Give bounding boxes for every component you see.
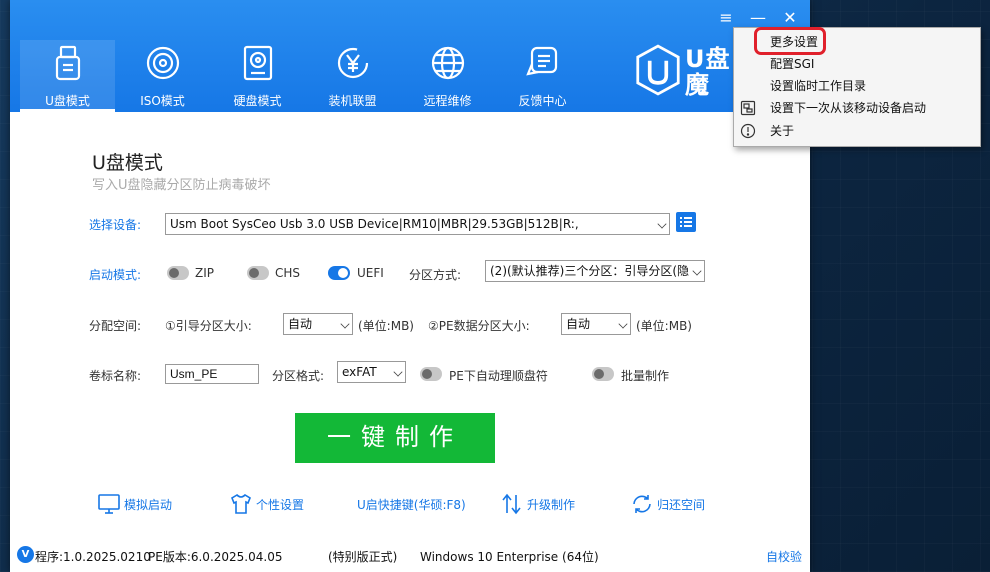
tool-label: U启快捷键(华硕:F8) — [357, 497, 466, 512]
pe-size-unit: (单位:MB) — [636, 319, 692, 333]
boot-hotkey-link[interactable]: U启快捷键(华硕:F8) — [357, 492, 466, 516]
device-list-button[interactable] — [676, 212, 696, 232]
alloc-label: 分配空间: — [89, 319, 142, 333]
edition-text: (特别版正式) — [328, 550, 398, 564]
menu-button[interactable]: ≡ — [714, 8, 738, 28]
nav-label: 硬盘模式 — [233, 94, 282, 108]
nav-label: ISO模式 — [140, 94, 185, 108]
status-bar: V 程序:1.0.2025.0210 PE版本:6.0.2025.04.05 (… — [10, 540, 810, 572]
menu-item-temp-dir[interactable]: 设置临时工作目录 — [734, 75, 980, 97]
disc-icon — [146, 46, 179, 80]
nav-remote-repair[interactable]: 远程维修 — [400, 40, 495, 112]
page-subtitle: 写入U盘隐藏分区防止病毒破坏 — [92, 178, 271, 193]
tool-label: 升级制作 — [527, 497, 576, 512]
pe-version: PE版本:6.0.2025.04.05 — [148, 550, 283, 564]
highlight-annotation — [754, 27, 826, 55]
hard-disk-icon — [243, 45, 272, 81]
pe-size-select[interactable]: 自动 — [561, 313, 631, 335]
chs-toggle[interactable] — [247, 266, 269, 280]
boot-size-label: ①引导分区大小: — [165, 319, 252, 333]
nav-feedback[interactable]: 反馈中心 — [495, 40, 590, 112]
self-check-link[interactable]: 自校验 — [766, 548, 802, 565]
device-value: Usm Boot SysCeo Usb 3.0 USB Device|RM10|… — [170, 217, 579, 231]
tool-label: 模拟启动 — [124, 497, 173, 512]
boot-size-select[interactable]: 自动 — [283, 313, 353, 335]
make-button[interactable]: 一键制作 — [295, 413, 495, 463]
batch-label: 批量制作 — [621, 369, 670, 383]
tshirt-icon — [231, 493, 251, 514]
menu-item-label: 设置临时工作目录 — [770, 79, 867, 93]
simulate-boot-button[interactable]: 模拟启动 — [97, 492, 172, 516]
nav-usb-mode[interactable]: U盘模式 — [20, 40, 115, 112]
tool-label: 个性设置 — [256, 497, 305, 512]
nav-label: 装机联盟 — [328, 94, 377, 108]
tool-label: 归还空间 — [657, 497, 706, 512]
boot-mode-label: 启动模式: — [89, 268, 142, 282]
menu-item-label: 关于 — [770, 124, 795, 138]
upgrade-button[interactable]: 升级制作 — [500, 492, 575, 516]
restore-cycle-icon — [633, 495, 651, 513]
format-label: 分区格式: — [272, 369, 325, 383]
boot-device-icon — [740, 100, 756, 116]
monitor-icon — [98, 494, 120, 514]
globe-icon — [431, 46, 464, 80]
usb-drive-icon — [55, 45, 80, 81]
page-title: U盘模式 — [92, 152, 163, 174]
nav-iso-mode[interactable]: ISO模式 — [115, 40, 210, 112]
partition-scheme-value: (2)(默认推荐)三个分区：引导分区(隐 — [490, 264, 690, 278]
menu-item-label: 配置SGI — [770, 57, 815, 71]
uefi-toggle[interactable] — [328, 266, 350, 280]
menu-item-config-sgi[interactable]: 配置SGI — [734, 53, 980, 75]
upgrade-arrows-icon — [502, 493, 521, 515]
yuan-coin-icon — [337, 47, 368, 79]
auto-letter-label: PE下自动理顺盘符 — [449, 369, 548, 383]
header-bar: ≡ — ✕ U盘模式 ISO模式 硬盘模式 装机联盟 远程维修 反馈中心 U盘魔 — [10, 0, 810, 112]
device-label: 选择设备: — [89, 218, 142, 232]
chs-label: CHS — [275, 266, 301, 280]
partition-scheme-label: 分区方式: — [409, 268, 462, 282]
program-version: 程序:1.0.2025.0210 — [35, 550, 151, 564]
brand-logo-icon — [636, 44, 680, 96]
info-icon — [740, 123, 756, 139]
uefi-label: UEFI — [357, 266, 384, 280]
nav-hdd-mode[interactable]: 硬盘模式 — [210, 40, 305, 112]
zip-toggle[interactable] — [167, 266, 189, 280]
zip-label: ZIP — [195, 266, 214, 280]
restore-space-button[interactable]: 归还空间 — [630, 492, 705, 516]
nav-label: 反馈中心 — [518, 94, 567, 108]
pe-size-label: ②PE数据分区大小: — [428, 319, 530, 333]
menu-item-about[interactable]: 关于 — [734, 120, 980, 142]
list-icon — [680, 217, 692, 227]
menu-item-next-boot[interactable]: 设置下一次从该移动设备启动 — [734, 97, 980, 119]
batch-toggle[interactable] — [592, 367, 614, 381]
auto-letter-toggle[interactable] — [420, 367, 442, 381]
app-window: ≡ — ✕ U盘模式 ISO模式 硬盘模式 装机联盟 远程维修 反馈中心 U盘魔… — [10, 0, 810, 572]
nav-install-alliance[interactable]: 装机联盟 — [305, 40, 400, 112]
menu-item-label: 设置下一次从该移动设备启动 — [770, 101, 927, 115]
format-select[interactable]: exFAT — [337, 361, 406, 383]
device-select[interactable]: Usm Boot SysCeo Usb 3.0 USB Device|RM10|… — [165, 213, 670, 235]
volume-label: 卷标名称: — [89, 369, 142, 383]
main-nav: U盘模式 ISO模式 硬盘模式 装机联盟 远程维修 反馈中心 — [20, 40, 590, 112]
personalize-button[interactable]: 个性设置 — [229, 492, 304, 516]
feedback-chat-icon — [525, 46, 557, 76]
nav-label: U盘模式 — [45, 94, 90, 108]
close-button[interactable]: ✕ — [778, 8, 802, 28]
partition-scheme-select[interactable]: (2)(默认推荐)三个分区：引导分区(隐 — [485, 260, 705, 282]
os-text: Windows 10 Enterprise (64位) — [420, 550, 599, 564]
nav-label: 远程维修 — [423, 94, 472, 108]
volume-name-input[interactable] — [165, 364, 259, 384]
version-badge-icon: V — [17, 546, 34, 563]
boot-size-unit: (单位:MB) — [358, 319, 414, 333]
minimize-button[interactable]: — — [746, 8, 770, 28]
